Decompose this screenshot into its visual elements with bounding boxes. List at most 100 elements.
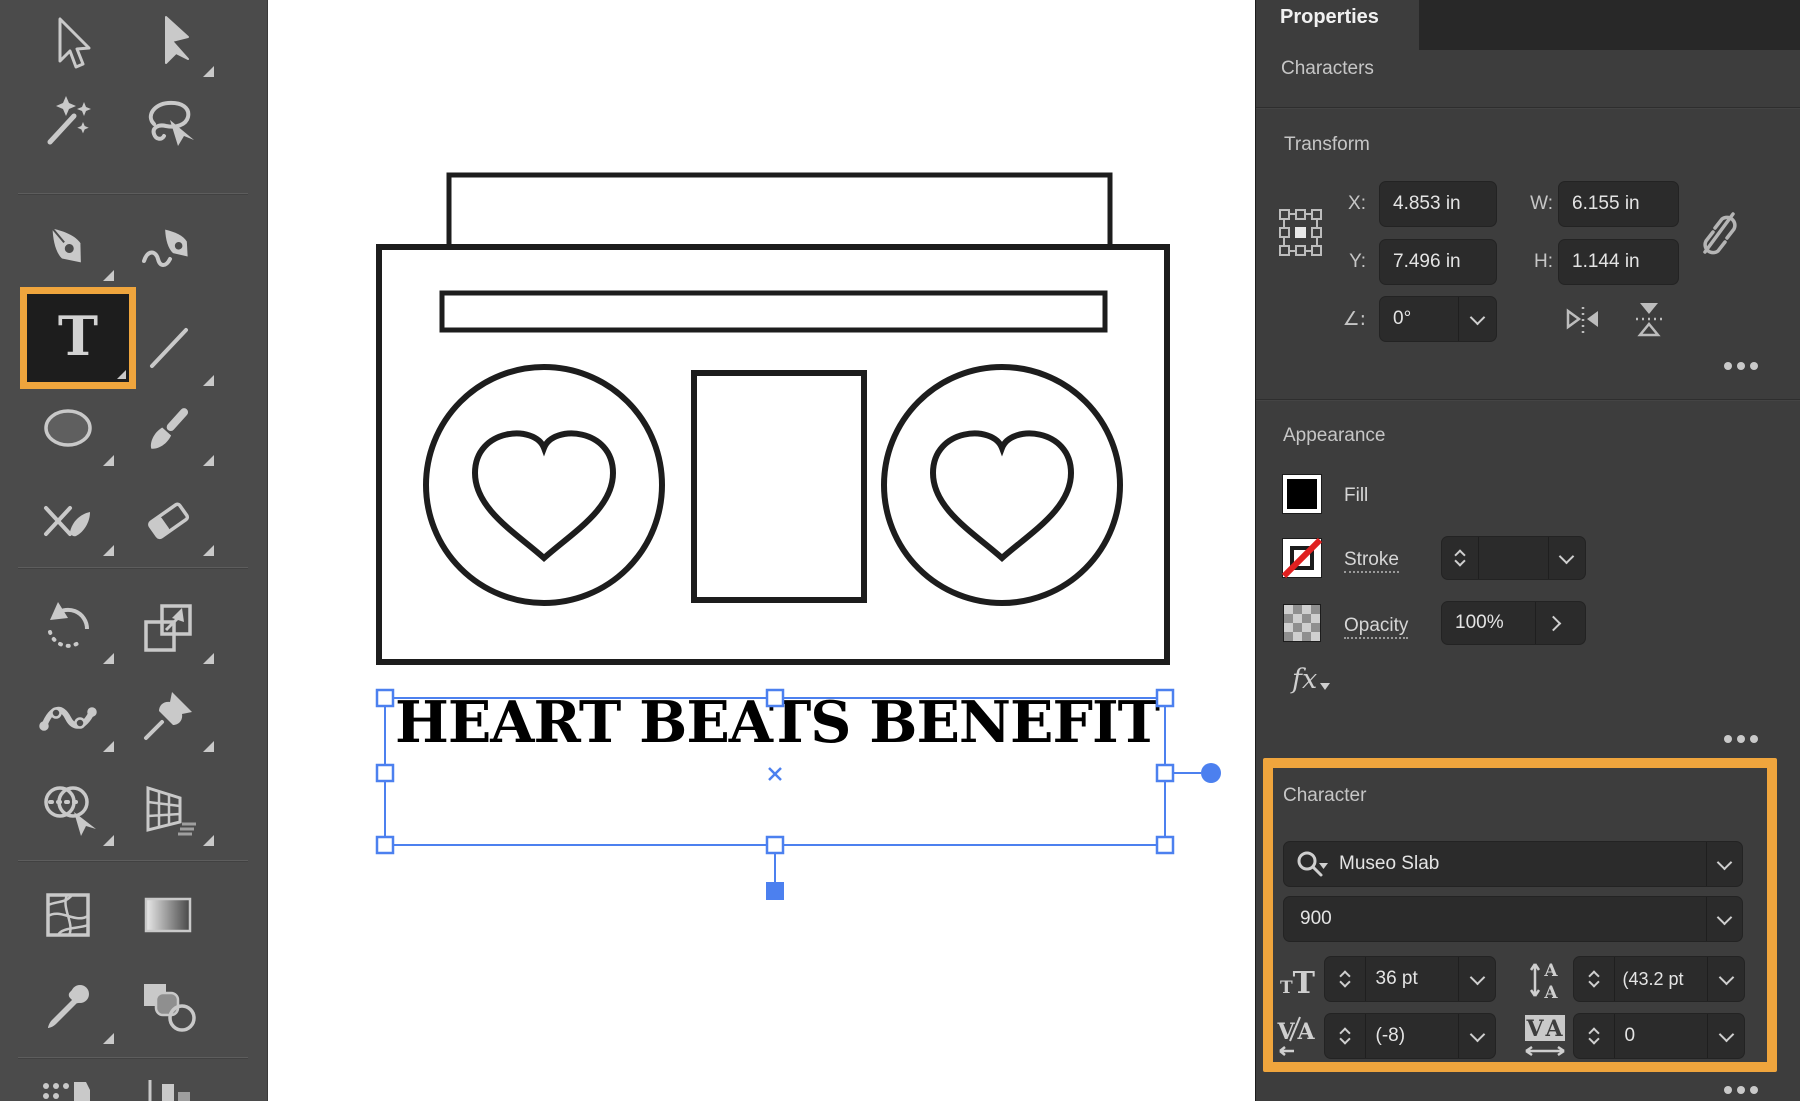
pen-tool[interactable] bbox=[36, 215, 100, 279]
boombox-slot bbox=[442, 293, 1105, 330]
svg-text:A: A bbox=[1543, 961, 1558, 981]
kerning-icon: V A bbox=[1276, 1015, 1320, 1059]
boombox-handle bbox=[449, 175, 1110, 247]
gradient-tool[interactable] bbox=[136, 883, 200, 947]
lasso-tool[interactable] bbox=[136, 90, 200, 154]
x-label: X: bbox=[1336, 193, 1366, 215]
submenu-indicator-icon bbox=[103, 653, 114, 664]
eraser-tool[interactable] bbox=[136, 488, 200, 552]
line-segment-tool[interactable] bbox=[136, 316, 200, 380]
stroke-label[interactable]: Stroke bbox=[1344, 549, 1399, 571]
font-style-dropdown-chevron-icon bbox=[1706, 897, 1742, 941]
stroke-weight-value bbox=[1478, 537, 1548, 579]
text-resize-handle-circle[interactable] bbox=[1201, 763, 1221, 783]
font-size-dropdown-chevron-icon bbox=[1458, 957, 1495, 1001]
leading-value: (43.2 pt bbox=[1614, 957, 1708, 1001]
selection-tool[interactable] bbox=[36, 13, 100, 77]
flip-vertical-icon[interactable] bbox=[1634, 301, 1664, 337]
divider bbox=[1256, 107, 1800, 109]
svg-text:V: V bbox=[1525, 1016, 1544, 1042]
font-size-value: 36 pt bbox=[1365, 957, 1459, 1001]
artboard-canvas[interactable]: HEART BEATS BENEFIT bbox=[268, 0, 1255, 1101]
eyedropper-tool[interactable] bbox=[36, 976, 100, 1040]
link-dimensions-icon[interactable] bbox=[1699, 206, 1741, 260]
type-tool[interactable]: T bbox=[20, 287, 136, 389]
submenu-indicator-icon bbox=[117, 370, 126, 379]
reference-point-locator-icon[interactable] bbox=[1278, 208, 1324, 258]
toolbar-divider bbox=[18, 860, 248, 862]
submenu-indicator-icon bbox=[103, 270, 114, 281]
svg-text:A: A bbox=[1296, 1019, 1315, 1045]
svg-text:A: A bbox=[1544, 1016, 1563, 1042]
tracking-value: 0 bbox=[1614, 1014, 1708, 1058]
stroke-weight-control[interactable] bbox=[1441, 536, 1586, 580]
perspective-grid-tool[interactable] bbox=[136, 778, 200, 842]
column-graph-tool[interactable] bbox=[136, 1076, 200, 1101]
flip-horizontal-icon[interactable] bbox=[1566, 305, 1600, 335]
scale-tool[interactable] bbox=[136, 596, 200, 660]
font-style-select[interactable]: 900 bbox=[1283, 896, 1743, 942]
ellipse-tool[interactable] bbox=[36, 398, 100, 462]
submenu-indicator-icon bbox=[103, 545, 114, 556]
puppet-warp-tool[interactable] bbox=[136, 684, 200, 748]
magic-wand-tool[interactable] bbox=[36, 90, 100, 154]
kerning-control[interactable]: (-8) bbox=[1324, 1013, 1496, 1059]
character-more-options-button[interactable] bbox=[1724, 1086, 1758, 1094]
font-search-icon bbox=[1295, 849, 1329, 879]
stroke-color-swatch[interactable] bbox=[1282, 538, 1322, 578]
blend-tool[interactable] bbox=[136, 976, 200, 1040]
leading-dropdown-chevron-icon bbox=[1707, 957, 1744, 1001]
fill-color-swatch[interactable] bbox=[1282, 474, 1322, 514]
w-label: W: bbox=[1521, 193, 1553, 215]
y-label: Y: bbox=[1336, 251, 1366, 273]
submenu-indicator-icon bbox=[203, 375, 214, 386]
symbol-sprayer-tool[interactable] bbox=[36, 1076, 100, 1101]
transform-title: Transform bbox=[1284, 134, 1370, 156]
appearance-title: Appearance bbox=[1283, 425, 1385, 447]
stroke-weight-stepper bbox=[1442, 537, 1478, 579]
stroke-weight-dropdown-chevron-icon bbox=[1548, 537, 1585, 579]
rotation-angle-label: ∠: bbox=[1330, 308, 1366, 330]
text-scale-handle-square[interactable] bbox=[766, 882, 784, 900]
opacity-control[interactable]: 100% bbox=[1441, 601, 1586, 645]
submenu-indicator-icon bbox=[203, 653, 214, 664]
rotate-tool[interactable] bbox=[36, 596, 100, 660]
x-input[interactable]: 4.853 in bbox=[1379, 181, 1497, 227]
angle-dropdown-chevron-icon bbox=[1458, 297, 1496, 341]
direct-selection-tool[interactable] bbox=[136, 13, 200, 77]
h-label: H: bbox=[1521, 251, 1553, 273]
transform-more-options-button[interactable] bbox=[1724, 362, 1758, 370]
leading-control[interactable]: (43.2 pt bbox=[1573, 956, 1745, 1002]
character-title: Character bbox=[1283, 785, 1366, 807]
tab-properties[interactable]: Properties bbox=[1256, 0, 1419, 50]
tracking-stepper bbox=[1574, 1014, 1614, 1058]
svg-text:A: A bbox=[1543, 983, 1558, 1002]
y-input[interactable]: 7.496 in bbox=[1379, 239, 1497, 285]
fx-effects-button[interactable]: fx bbox=[1292, 664, 1330, 695]
leading-stepper bbox=[1574, 957, 1614, 1001]
font-size-control[interactable]: 36 pt bbox=[1324, 956, 1496, 1002]
artboard-heading-text[interactable]: HEART BEATS BENEFIT bbox=[395, 694, 1159, 751]
submenu-indicator-icon bbox=[203, 835, 214, 846]
shaper-tool[interactable] bbox=[36, 488, 100, 552]
font-family-select[interactable]: Museo Slab bbox=[1283, 841, 1743, 887]
paintbrush-tool[interactable] bbox=[136, 398, 200, 462]
w-input[interactable]: 6.155 in bbox=[1558, 181, 1679, 227]
tracking-control[interactable]: 0 bbox=[1573, 1013, 1745, 1059]
heart-right bbox=[933, 433, 1071, 558]
h-input[interactable]: 1.144 in bbox=[1558, 239, 1679, 285]
width-tool[interactable] bbox=[36, 684, 100, 748]
boombox-right-speaker bbox=[884, 367, 1120, 603]
tracking-dropdown-chevron-icon bbox=[1707, 1014, 1744, 1058]
submenu-indicator-icon bbox=[203, 66, 214, 77]
fill-label[interactable]: Fill bbox=[1344, 485, 1368, 507]
opacity-label[interactable]: Opacity bbox=[1344, 615, 1408, 637]
opacity-swatch[interactable] bbox=[1283, 604, 1321, 642]
appearance-more-options-button[interactable] bbox=[1724, 735, 1758, 743]
shape-builder-tool[interactable] bbox=[36, 778, 100, 842]
mesh-tool[interactable] bbox=[36, 883, 100, 947]
leading-icon: A A bbox=[1529, 958, 1567, 1002]
curvature-tool[interactable] bbox=[136, 215, 200, 279]
rotation-angle-select[interactable]: 0° bbox=[1379, 296, 1497, 342]
illustrator-app: T bbox=[0, 0, 1800, 1101]
